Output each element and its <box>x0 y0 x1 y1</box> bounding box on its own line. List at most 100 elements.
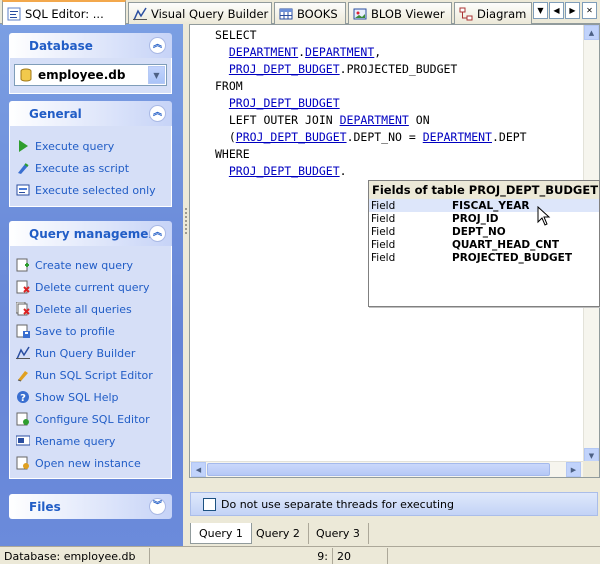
tab-blob-viewer[interactable]: BLOB Viewer <box>348 2 452 24</box>
files-panel-header[interactable]: Files ︾ <box>9 494 172 519</box>
item-label: Execute as script <box>35 161 130 175</box>
collapse-chevron-icon[interactable]: ︽ <box>149 225 166 242</box>
code-line[interactable]: PROJ_DEPT_BUDGET <box>215 95 527 112</box>
code-line[interactable]: DEPARTMENT.DEPARTMENT, <box>215 44 527 61</box>
checkbox-label[interactable]: Do not use separate threads for executin… <box>221 498 454 511</box>
collapse-chevron-icon[interactable]: ︽ <box>149 105 166 122</box>
autocomplete-item[interactable]: Field PROJECTED_BUDGET <box>369 251 599 264</box>
tab-visual-query-builder[interactable]: Visual Query Builder <box>128 2 272 24</box>
item-label: Create new query <box>35 258 134 272</box>
query-tab-2[interactable]: Query 2 <box>248 523 309 544</box>
scroll-up-button[interactable]: ▲ <box>584 25 599 40</box>
code-line[interactable]: (PROJ_DEPT_BUDGET.DEPT_NO = DEPARTMENT.D… <box>215 129 527 146</box>
tab-scroll-left-button[interactable]: ◀ <box>549 2 564 19</box>
horizontal-scroll-thumb[interactable] <box>207 463 550 476</box>
panel-title: Database <box>29 38 93 53</box>
tab-close-button[interactable]: ✕ <box>582 2 597 19</box>
editor-gutter <box>190 25 213 463</box>
files-panel: Files ︾ <box>9 494 172 519</box>
open-new-instance-link[interactable]: Open new instance <box>14 452 167 474</box>
query-tab-3[interactable]: Query 3 <box>308 523 369 544</box>
execute-selected-only-link[interactable]: Execute selected only <box>14 179 167 201</box>
autocomplete-item[interactable]: Field PROJ_ID <box>369 212 599 225</box>
svg-text:?: ? <box>20 393 26 404</box>
code-line[interactable]: WHERE <box>215 146 527 163</box>
database-panel: Database ︽ employee.db ▼ <box>9 33 172 94</box>
status-column: 20 <box>333 548 388 564</box>
delete-current-query-link[interactable]: Delete current query <box>14 276 167 298</box>
blob-viewer-icon <box>353 7 367 21</box>
autocomplete-item[interactable]: Field QUART_HEAD_CNT <box>369 238 599 251</box>
run-query-builder-link[interactable]: Run Query Builder <box>14 342 167 364</box>
code-token: SELECT <box>215 28 257 42</box>
query-management-panel-header[interactable]: Query management ︽ <box>9 221 172 246</box>
run-sql-script-editor-link[interactable]: Run SQL Script Editor <box>14 364 167 386</box>
scroll-left-button[interactable]: ◀ <box>191 462 206 477</box>
general-panel-header[interactable]: General ︽ <box>9 101 172 126</box>
database-select[interactable]: employee.db ▼ <box>14 64 167 86</box>
create-new-query-link[interactable]: Create new query <box>14 254 167 276</box>
field-autocomplete-popup[interactable]: Fields of table PROJ_DEPT_BUDGET Field F… <box>368 180 600 307</box>
tab-books[interactable]: BOOKS <box>274 2 346 24</box>
sql-editor-icon <box>7 7 21 21</box>
query-builder-icon <box>16 346 30 360</box>
code-line[interactable]: PROJ_DEPT_BUDGET. <box>215 163 527 180</box>
code-token: WHERE <box>215 147 250 161</box>
code-token: .DEPT_NO = <box>346 130 423 144</box>
table-reference: PROJ_DEPT_BUDGET <box>235 130 347 144</box>
panel-title: Files <box>29 499 61 514</box>
configure-sql-editor-link[interactable]: Configure SQL Editor <box>14 408 167 430</box>
help-icon: ? <box>16 390 30 404</box>
tab-list-dropdown-button[interactable]: ▼ <box>533 2 548 19</box>
scrollbar-corner <box>583 461 599 477</box>
tab-sql-editor[interactable]: SQL Editor: ... <box>2 0 126 25</box>
save-to-profile-link[interactable]: Save to profile <box>14 320 167 342</box>
database-panel-header[interactable]: Database ︽ <box>9 33 172 58</box>
delete-all-queries-link[interactable]: Delete all queries <box>14 298 167 320</box>
code-token: LEFT OUTER JOIN <box>215 113 340 127</box>
code-line[interactable]: LEFT OUTER JOIN DEPARTMENT ON <box>215 112 527 129</box>
tab-diagram[interactable]: Diagram <box>454 2 532 24</box>
item-label: Run Query Builder <box>35 346 136 360</box>
status-extra <box>388 548 600 564</box>
sql-code[interactable]: SELECT DEPARTMENT.DEPARTMENT, PROJ_DEPT_… <box>215 27 527 180</box>
code-token: .PROJECTED_BUDGET <box>339 62 458 76</box>
autocomplete-item[interactable]: Field DEPT_NO <box>369 225 599 238</box>
code-token: .DEPT <box>491 130 527 144</box>
panel-title: General <box>29 106 82 121</box>
general-panel: General ︽ Execute query Execute as scrip… <box>9 101 172 207</box>
query-management-panel-body: Create new query Delete current query De… <box>9 246 172 479</box>
autocomplete-item[interactable]: Field FISCAL_YEAR <box>369 199 599 212</box>
execute-query-link[interactable]: Execute query <box>14 135 167 157</box>
save-profile-icon <box>16 324 30 338</box>
code-token: FROM <box>215 79 243 93</box>
database-panel-body: employee.db ▼ <box>9 58 172 94</box>
tab-label: SQL Editor: ... <box>25 6 104 21</box>
panel-title: Query management <box>29 226 163 241</box>
popup-title: Fields of table PROJ_DEPT_BUDGET <box>369 181 599 199</box>
table-reference: DEPARTMENT <box>228 45 299 59</box>
tab-label: BLOB Viewer <box>371 6 445 21</box>
play-icon <box>16 139 30 153</box>
chevron-down-icon[interactable]: ▼ <box>148 66 165 84</box>
code-line[interactable]: SELECT <box>215 27 527 44</box>
code-line[interactable]: FROM <box>215 78 527 95</box>
code-line[interactable]: PROJ_DEPT_BUDGET.PROJECTED_BUDGET <box>215 61 527 78</box>
chevron-down-icon: ▼ <box>537 6 544 15</box>
query-tab-1[interactable]: Query 1 <box>190 523 252 544</box>
script-icon <box>16 161 30 175</box>
query-builder-icon <box>133 7 147 21</box>
script-editor-icon <box>16 368 30 382</box>
execute-as-script-link[interactable]: Execute as script <box>14 157 167 179</box>
scroll-right-button[interactable]: ▶ <box>566 462 581 477</box>
horizontal-scrollbar[interactable]: ◀ ▶ <box>190 461 585 477</box>
configure-icon <box>16 412 30 426</box>
separate-threads-checkbox[interactable] <box>203 497 216 511</box>
collapse-chevron-icon[interactable]: ︽ <box>149 37 166 54</box>
tab-scroll-right-button[interactable]: ▶ <box>565 2 580 19</box>
expand-chevron-icon[interactable]: ︾ <box>149 498 166 515</box>
show-sql-help-link[interactable]: ? Show SQL Help <box>14 386 167 408</box>
rename-query-link[interactable]: Rename query <box>14 430 167 452</box>
